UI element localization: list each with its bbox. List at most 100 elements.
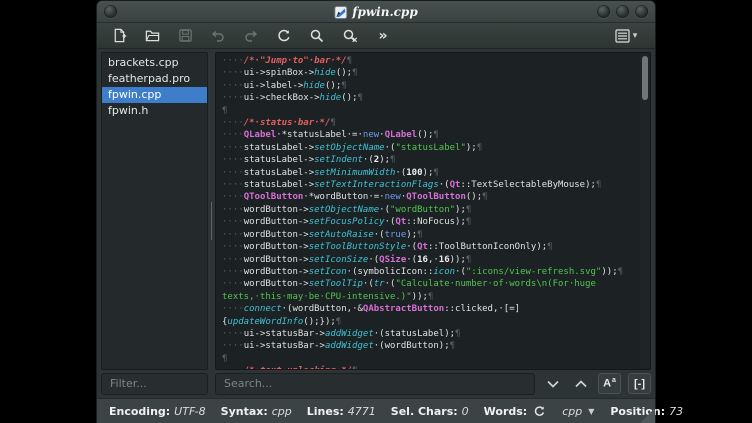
code-line: ¶	[222, 353, 636, 365]
search-icon	[309, 28, 325, 44]
file-list[interactable]: brackets.cppfeatherpad.profpwin.cppfpwin…	[101, 52, 208, 370]
more-tools-icon: »	[378, 26, 387, 46]
statusbar-encoding: Encoding: UTF-8	[109, 405, 206, 418]
encoding-value: UTF-8	[174, 405, 205, 418]
code-line: ····ui->statusBar->addWidget·(wordButton…	[222, 340, 636, 352]
window-title-area: fpwin.cpp	[334, 1, 417, 23]
main-content: brackets.cppfeatherpad.profpwin.cppfpwin…	[97, 49, 655, 372]
code-area[interactable]: ····/*·"Jump·to"·bar·*/¶····ui->spinBox-…	[222, 55, 636, 370]
close-button[interactable]	[635, 5, 648, 18]
words-label: Words:	[484, 405, 528, 418]
combo-caret-icon: ▼	[588, 407, 594, 416]
code-line: ····statusLabel->setTextInteractionFlags…	[222, 179, 636, 191]
statusbar: Encoding: UTF-8 Syntax: cpp Lines: 4771 …	[97, 398, 655, 423]
statusbar-lines: Lines: 4771	[307, 405, 376, 418]
encoding-label: Encoding:	[109, 405, 170, 418]
match-case-button[interactable]: Aa	[598, 373, 621, 394]
file-list-item[interactable]: fpwin.cpp	[102, 87, 207, 103]
search-replace-button[interactable]	[340, 26, 360, 46]
search-and-replace-icon	[342, 28, 359, 44]
find-previous-button[interactable]	[570, 374, 591, 394]
menu-caret-icon: ▾	[633, 31, 638, 41]
lines-label: Lines:	[307, 405, 344, 418]
refresh-icon	[533, 405, 546, 418]
open-file-button[interactable]	[142, 26, 162, 46]
editor-vertical-scrollbar[interactable]	[640, 54, 649, 368]
save-button[interactable]	[175, 26, 195, 46]
lines-value: 4771	[348, 405, 376, 418]
window-resize-grip[interactable]	[640, 408, 655, 423]
toolbar: » ▾	[97, 23, 655, 49]
code-line: ····wordButton->setToolButtonStyle·(Qt::…	[222, 241, 636, 253]
code-line: texts,·this·may·be·CPU-intensive.)"));¶	[222, 291, 636, 303]
code-line: ····QToolButton·*wordButton·=·new·QToolB…	[222, 191, 636, 203]
match-case-icon: Aa	[603, 377, 616, 390]
code-line: ····ui->label->hide();¶	[222, 80, 636, 92]
window-menu-button[interactable]	[104, 5, 117, 18]
code-line: ····QLabel·*statusLabel·=·new·QLabel();¶	[222, 129, 636, 141]
pane-splitter[interactable]	[208, 52, 215, 370]
code-line: ····ui->checkBox->hide();¶	[222, 92, 636, 104]
code-line: {updateWordInfo();});¶	[222, 316, 636, 328]
filter-input[interactable]	[101, 373, 208, 395]
code-line: ····wordButton->setObjectName·("wordButt…	[222, 204, 636, 216]
code-line: ····/*·"Jump·to"·bar·*/¶	[222, 55, 636, 67]
undo-icon	[210, 28, 226, 44]
chevron-up-icon	[574, 378, 588, 390]
more-tools-button[interactable]: »	[373, 26, 393, 46]
whole-word-button[interactable]: [-]	[628, 373, 651, 394]
window-title: fpwin.cpp	[352, 5, 417, 19]
code-line: ····statusLabel->setObjectName·("statusL…	[222, 142, 636, 154]
maximize-button[interactable]	[616, 5, 629, 18]
redo-button[interactable]	[241, 26, 261, 46]
save-icon	[178, 28, 193, 43]
statusbar-sel-chars: Sel. Chars: 0	[391, 405, 469, 418]
code-line: ····statusLabel->setIndent·(2);¶	[222, 154, 636, 166]
word-count-refresh-button[interactable]	[531, 403, 547, 419]
hamburger-menu-icon	[615, 29, 630, 43]
code-line: ····wordButton->setIconSize·(QSize·(16,·…	[222, 254, 636, 266]
syntax-label: Syntax:	[221, 405, 268, 418]
code-line: ····wordButton->setToolTip·(tr·("Calcula…	[222, 278, 636, 290]
bottom-bar: Aa [-]	[97, 372, 655, 398]
position-value: 73	[669, 405, 683, 418]
featherpad-app-icon	[334, 6, 347, 19]
code-line: ····ui->spinBox->hide();¶	[222, 67, 636, 79]
file-list-item[interactable]: featherpad.pro	[102, 71, 207, 87]
reload-icon	[276, 28, 292, 44]
syntax-value: cpp	[272, 405, 292, 418]
file-list-item[interactable]: fpwin.h	[102, 103, 207, 119]
find-next-button[interactable]	[542, 374, 563, 394]
sel-chars-label: Sel. Chars:	[391, 405, 458, 418]
main-menu-button[interactable]: ▾	[609, 26, 643, 46]
search-input[interactable]	[215, 373, 535, 395]
code-line: ····connect·(wordButton,·&QAbstractButto…	[222, 303, 636, 315]
new-file-button[interactable]	[109, 26, 129, 46]
sel-chars-value: 0	[462, 405, 469, 418]
syntax-combobox[interactable]: cpp ▼	[562, 405, 594, 418]
titlebar[interactable]: fpwin.cpp	[97, 1, 655, 23]
undo-button[interactable]	[208, 26, 228, 46]
open-folder-icon	[145, 28, 160, 43]
featherpad-window: fpwin.cpp	[96, 0, 656, 423]
search-button[interactable]	[307, 26, 327, 46]
code-line: ····wordButton->setIcon·(symbolicIcon::i…	[222, 266, 636, 278]
syntax-combo-value: cpp	[562, 405, 582, 418]
code-line: ····ui->statusBar->addWidget·(statusLabe…	[222, 328, 636, 340]
code-line: ····statusLabel->setMinimumWidth·(100);¶	[222, 167, 636, 179]
statusbar-words: Words:	[484, 403, 548, 419]
reload-button[interactable]	[274, 26, 294, 46]
editor-scrollbar-thumb[interactable]	[642, 56, 648, 100]
chevron-down-icon	[546, 378, 560, 390]
minimize-button[interactable]	[597, 5, 610, 18]
screenshot-stage: fpwin.cpp	[0, 0, 752, 423]
side-pane: brackets.cppfeatherpad.profpwin.cppfpwin…	[101, 52, 208, 370]
file-list-item[interactable]: brackets.cpp	[102, 55, 207, 71]
statusbar-syntax: Syntax: cpp	[221, 405, 292, 418]
position-label: Position:	[610, 405, 665, 418]
code-line: ¶	[222, 105, 636, 117]
code-line: ····wordButton->setAutoRaise·(true);¶	[222, 229, 636, 241]
whole-word-icon: [-]	[634, 378, 645, 390]
code-line: ····/*·status·bar·*/¶	[222, 117, 636, 129]
text-editor[interactable]: ····/*·"Jump·to"·bar·*/¶····ui->spinBox-…	[215, 52, 651, 370]
